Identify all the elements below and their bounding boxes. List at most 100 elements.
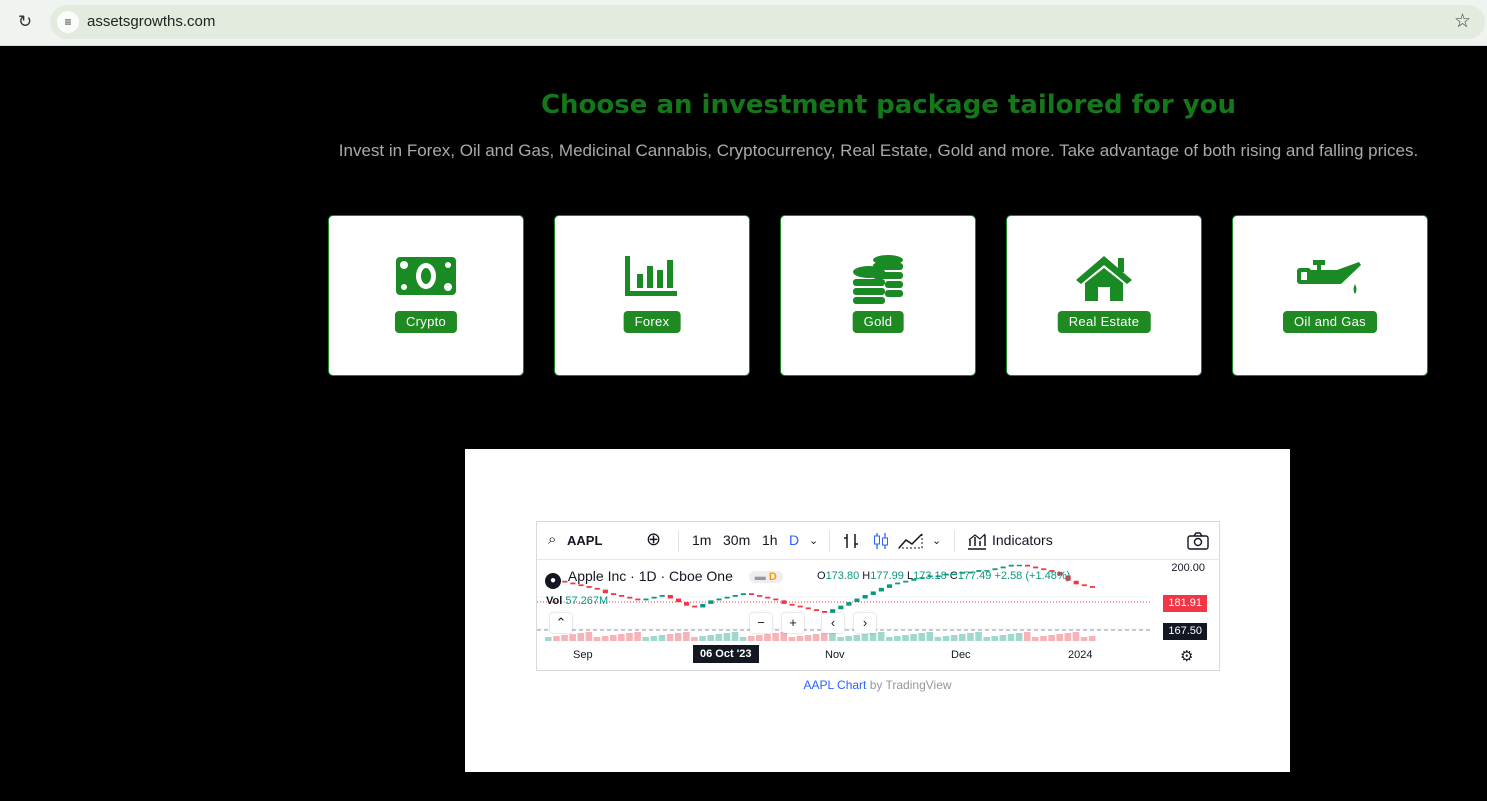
indicators-icon[interactable] [967,532,987,550]
interval-dropdown-icon[interactable]: ⌄ [809,534,818,547]
symbol-name: Apple Inc · 1D · Cboe One [567,568,733,584]
candle [789,603,795,606]
candle [757,595,763,597]
candle [797,605,803,608]
collapse-up-icon[interactable]: ⌃ [550,613,572,633]
candle [651,596,657,599]
address-bar[interactable]: ≡ assetsgrowths.com ☆ [50,5,1485,39]
volume-bar [618,634,625,641]
candle [635,598,641,601]
symbol-search[interactable]: AAPL [567,533,602,548]
last-price-tag: 181.91 [1163,595,1207,612]
time-label-sep: Sep [573,649,593,661]
tradingview-widget[interactable]: ⌕ AAPL ⊕ 1m 30m 1h D ⌄ ⌄ Indicators ● Ap… [536,521,1220,671]
chart-settings-gear-icon[interactable]: ⚙ [1180,647,1193,665]
reload-icon[interactable]: ↻ [14,11,36,33]
volume-bar [561,635,568,641]
candle [773,598,779,601]
house-icon [1007,254,1201,306]
page-title: Choose an investment package tailored fo… [540,90,1237,120]
scroll-left-button[interactable]: ‹ [822,613,844,633]
package-button-real-estate[interactable]: Real Estate [1057,311,1151,333]
area-style-icon[interactable] [898,532,924,550]
chart-toolbar: ⌕ AAPL ⊕ 1m 30m 1h D ⌄ ⌄ Indicators [537,522,1219,560]
volume-bar [756,635,763,641]
volume-bar [699,636,706,641]
volume-bar [1056,634,1064,641]
bar-chart-icon [555,254,749,306]
candle-style-icon[interactable] [873,532,889,550]
volume-bar [812,634,820,641]
high-value: 177.99 [870,570,904,582]
url-text[interactable]: assetsgrowths.com [87,13,215,30]
site-info-icon[interactable]: ≡ [57,11,79,33]
candle [1008,564,1014,567]
volume-bar [1048,635,1055,641]
package-button-oil-and-gas[interactable]: Oil and Gas [1283,311,1377,333]
volume-bar [829,632,836,641]
volume-bar [910,634,917,641]
candle [765,596,771,599]
interval-1h[interactable]: 1h [762,532,778,548]
candle [1081,584,1087,587]
volume-bar [1080,637,1088,641]
volume-bar [959,634,966,641]
symbol-search-icon[interactable]: ⌕ [548,531,556,548]
market-status-letter: D [768,571,777,583]
candle [1033,566,1039,569]
indicators-button[interactable]: Indicators [992,532,1053,548]
volume-bar [1072,632,1080,641]
candle [1024,564,1031,567]
candle [748,593,755,595]
zoom-out-button[interactable]: − [750,613,772,633]
candle [1089,586,1095,588]
candle [878,587,884,592]
volume-bar [609,635,617,641]
volume-bar [747,636,755,641]
browser-toolbar: ↻ ≡ assetsgrowths.com ☆ [0,0,1487,46]
volume-bar [601,636,609,641]
volume-bar [683,632,690,641]
volume-bar [885,637,893,641]
candle [716,598,722,601]
volume-bar [545,637,552,641]
candle [805,607,811,610]
volume-bar [999,635,1007,641]
bookmark-star-icon[interactable]: ☆ [1454,10,1471,33]
volume-bar [691,637,698,641]
volume-bar [585,632,593,641]
candle [1000,566,1006,569]
candle [854,598,860,603]
package-card-real-estate[interactable]: Real Estate [1006,215,1202,376]
package-button-gold[interactable]: Gold [852,311,904,333]
chart-style-dropdown-icon[interactable]: ⌄ [932,534,941,547]
package-card-crypto[interactable]: Crypto [328,215,524,376]
candle [862,595,868,599]
candle [781,600,787,604]
crosshair-price-tag: 167.50 [1163,623,1207,640]
toolbar-divider [954,530,955,552]
volume-bar [861,634,869,641]
candle [610,593,617,595]
zoom-in-button[interactable]: + [782,613,804,633]
aapl-chart-link[interactable]: AAPL Chart [803,678,866,692]
interval-1m[interactable]: 1m [692,532,711,548]
volume-bar [764,634,771,641]
interval-30m[interactable]: 30m [723,532,750,548]
caption-by-tradingview: by TradingView [866,678,952,692]
volume-bar [626,633,633,641]
package-card-gold[interactable]: Gold [780,215,976,376]
interval-d[interactable]: D [789,532,799,548]
volume-bar [569,634,576,641]
camera-icon[interactable] [1187,532,1209,550]
candle [684,602,690,606]
package-button-forex[interactable]: Forex [623,311,681,333]
package-card-oil-and-gas[interactable]: Oil and Gas [1232,215,1428,376]
package-card-forex[interactable]: Forex [554,215,750,376]
compare-add-icon[interactable]: ⊕ [646,529,661,550]
bar-style-icon[interactable] [842,532,860,550]
volume-bar [967,633,974,641]
package-button-crypto[interactable]: Crypto [394,311,458,333]
scroll-right-button[interactable]: › [854,613,876,633]
candle [1016,564,1022,567]
